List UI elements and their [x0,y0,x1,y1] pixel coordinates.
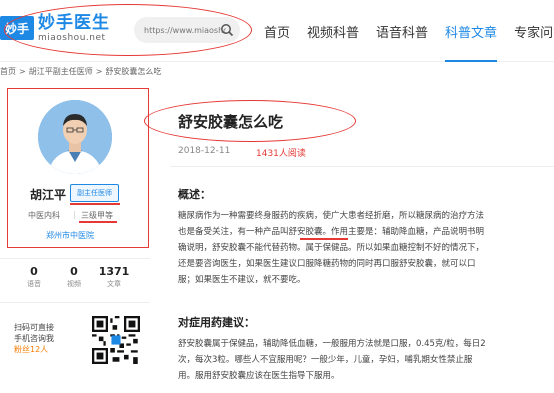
qr-text: 扫码可直接 手机咨询我 粉丝12人 [14,323,54,354]
annotation-level-underline [79,221,117,223]
qr-code-icon [92,316,140,364]
fans-count: 粉丝12人 [14,345,49,354]
doctor-department: 中医内科 [28,211,60,220]
doctor-name[interactable]: 胡江平 [30,186,66,203]
breadcrumb-doctor[interactable]: 胡江平副主任医师 [29,67,93,76]
article-title: 舒安胶囊怎么吃 [178,113,284,131]
doctor-hospital[interactable]: 郑州市中医院 [46,230,94,241]
breadcrumb-home[interactable]: 首页 [0,67,16,76]
logo-badge: 妙手 [0,16,34,40]
nav-video[interactable]: 视频科普 [307,0,359,62]
annotation-title-underline [70,203,120,205]
article-date: 2018-12-11 [178,146,231,156]
section-advice-body: 舒安胶囊属于保健品，辅助降低血糖，一般服用方法就是口服，0.45克/粒，每日2 … [178,339,486,381]
doctor-photo-icon [38,100,112,174]
nav-articles[interactable]: 科普文章 [445,0,498,62]
doctor-title-badge: 副主任医师 [70,184,119,202]
site-header: 妙手 妙手医生 miaoshou.net 首页 视频科普 语音科普 科普文章 专… [0,0,554,62]
site-logo[interactable]: 妙手 妙手医生 miaoshou.net [0,10,110,46]
section-overview-body: 糖尿病作为一种需要终身服药的疾病，使广大患者经折磨，所以糖尿病的治疗方法 也是备… [178,211,485,285]
breadcrumb: 首页 > 胡江平副主任医师 > 舒安胶囊怎么吃 [0,67,162,76]
article-divider [170,166,554,167]
section-heading-advice: 对症用药建议： [178,316,255,329]
search-box[interactable] [134,17,240,43]
doctor-stats: 0 语音 0 视频 1371 文章 [0,258,150,298]
nav-audio[interactable]: 语音科普 [376,0,428,62]
stat-articles[interactable]: 1371 文章 [94,265,134,298]
stat-audio[interactable]: 0 语音 [14,265,54,298]
search-input[interactable] [144,25,226,35]
logo-name: 妙手医生 [38,12,110,33]
logo-domain: miaoshou.net [38,32,106,43]
breadcrumb-current: 舒安胶囊怎么吃 [105,67,162,76]
section-heading-overview: 概述： [178,188,211,201]
annotation-product-underline [300,238,348,240]
nav-home[interactable]: 首页 [264,0,290,62]
doctor-separator: | [73,210,76,219]
stat-video[interactable]: 0 视频 [54,265,94,298]
nav-qa[interactable]: 专家问答 [514,0,554,62]
hospital-level: 三级甲等 [81,211,113,220]
main-nav: 首页 视频科普 语音科普 科普文章 专家问答 [264,0,554,62]
doctor-avatar[interactable] [38,100,112,174]
search-icon[interactable] [220,23,234,37]
article-views: 1431人阅读 [256,149,306,159]
